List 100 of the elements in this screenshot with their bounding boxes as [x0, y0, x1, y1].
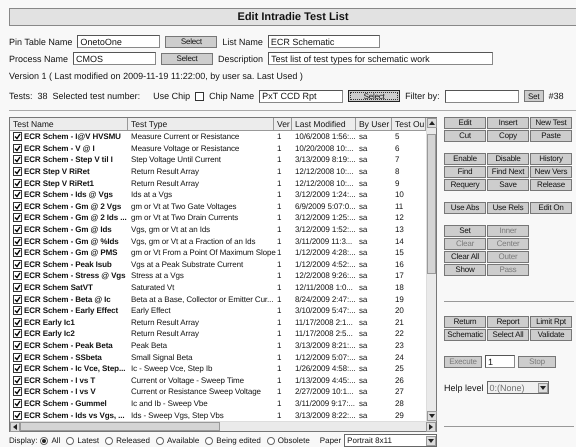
table-cell-text: Vgs, gm or Vt at a Fraction of an Ids — [130, 236, 256, 247]
action-button[interactable]: Find Next — [487, 166, 529, 178]
column-header[interactable]: Test Ou — [392, 118, 426, 131]
radio-button[interactable] — [156, 436, 164, 445]
row-checkbox[interactable] — [13, 410, 22, 420]
action-button[interactable]: Edit — [444, 116, 486, 129]
radio-button[interactable] — [40, 436, 48, 445]
table-cell-text: 27 — [394, 386, 405, 398]
row-checkbox[interactable] — [13, 190, 22, 200]
input-field[interactable]: 1 — [485, 355, 515, 368]
vertical-scrollbar[interactable] — [426, 118, 436, 421]
action-button[interactable]: Validate — [530, 328, 572, 341]
row-checkbox[interactable] — [13, 202, 22, 211]
row-checkbox[interactable] — [13, 387, 22, 396]
action-button[interactable]: Return — [444, 316, 486, 328]
table-cell-text: gm or Vt at Two Drain Currents — [130, 212, 240, 224]
row-checkbox[interactable] — [13, 213, 22, 222]
row-checkbox[interactable] — [13, 306, 22, 316]
select-button[interactable]: Select — [348, 90, 400, 102]
row-checkbox[interactable] — [13, 248, 22, 258]
action-button[interactable]: Show — [444, 264, 486, 276]
row-checkbox[interactable] — [13, 282, 22, 292]
input-field[interactable]: Test list of test types for schematic work — [268, 52, 494, 66]
radio-button[interactable] — [66, 436, 74, 445]
row-checkbox[interactable] — [13, 260, 22, 269]
input-field[interactable]: ECR Schematic — [268, 35, 380, 48]
table-cell-text: Vgs, gm or Vt at an Ids — [130, 224, 212, 236]
filter-field[interactable] — [444, 90, 519, 103]
row-checkbox[interactable] — [13, 340, 22, 350]
action-button[interactable]: New Test — [530, 116, 572, 129]
arrow-down-icon — [538, 384, 547, 392]
row-checkbox[interactable] — [13, 167, 22, 176]
table-cell-text: sa — [358, 305, 368, 316]
table-cell-text: 2/27/2009 10:1... — [294, 386, 354, 398]
input-field[interactable]: OnetoOne — [77, 35, 160, 48]
row-checkbox[interactable] — [13, 132, 22, 142]
action-button[interactable]: Requery — [444, 178, 486, 191]
column-header[interactable]: Ver — [274, 118, 292, 131]
action-button[interactable]: Disable — [487, 152, 529, 165]
table-cell-text: 6 — [394, 142, 400, 154]
use-chip-checkbox[interactable] — [195, 92, 204, 101]
action-button[interactable]: Clear All — [444, 250, 486, 263]
action-button[interactable]: Insert — [487, 116, 529, 129]
test-name: ECR Schem - V @ I — [24, 144, 95, 153]
column-header[interactable]: Last Modified — [292, 118, 356, 131]
row-checkbox[interactable] — [13, 271, 22, 280]
table-cell-text: 12/12/2008 10:... — [294, 178, 354, 189]
action-button[interactable]: Use Abs — [444, 202, 486, 214]
row-checkbox[interactable] — [13, 352, 22, 362]
row-checkbox[interactable] — [13, 294, 22, 304]
radio-button[interactable] — [105, 436, 114, 445]
action-button[interactable]: Save — [487, 178, 529, 191]
table-cell-text: 8 — [394, 166, 400, 178]
table-cell-text: sa — [358, 316, 368, 328]
row-checkbox[interactable] — [13, 398, 22, 408]
action-button[interactable]: New Vers — [530, 166, 572, 178]
action-button[interactable]: Find — [444, 166, 486, 178]
column-header[interactable]: Test Type — [128, 118, 274, 131]
input-field[interactable]: PxT CCD Rpt — [259, 90, 344, 103]
action-button[interactable]: Copy — [487, 130, 529, 142]
input-field[interactable]: CMOS — [73, 52, 156, 66]
action-button[interactable]: Report — [487, 316, 529, 328]
table-cell-text: 1 — [276, 166, 282, 178]
action-button[interactable]: Cut — [444, 130, 486, 142]
action-button[interactable]: Release — [530, 178, 572, 191]
row-checkbox[interactable] — [13, 225, 22, 234]
action-button[interactable]: Use Rels — [487, 202, 529, 214]
radio-button[interactable] — [205, 436, 214, 445]
row-checkbox[interactable] — [13, 376, 22, 385]
radio-button[interactable] — [266, 436, 275, 445]
table-cell-text: sa — [358, 247, 368, 258]
select-button[interactable]: Select — [165, 36, 218, 48]
row-checkbox[interactable] — [13, 178, 22, 188]
row-checkbox[interactable] — [13, 155, 22, 164]
table-cell-text: 16 — [394, 258, 405, 270]
arrow-left-icon — [11, 422, 19, 431]
action-button[interactable]: Schematic — [444, 328, 486, 341]
row-checkbox[interactable] — [13, 329, 22, 338]
action-button[interactable]: Enable — [444, 152, 486, 165]
horizontal-scrollbar[interactable] — [10, 420, 436, 431]
action-button[interactable]: Select All — [487, 328, 529, 341]
action-button[interactable]: Edit On — [530, 202, 572, 214]
select-button[interactable]: Select — [161, 52, 214, 65]
action-button[interactable]: History — [530, 152, 572, 165]
action-button[interactable]: Set — [444, 224, 486, 237]
table-cell-text: 21 — [394, 316, 405, 328]
paper-dropdown[interactable]: Portrait 8x11 — [344, 434, 437, 447]
set-button[interactable]: Set — [524, 90, 544, 102]
table-cell-text: sa — [358, 363, 368, 374]
row-checkbox[interactable] — [13, 236, 22, 246]
row-checkbox[interactable] — [13, 144, 22, 153]
row-checkbox[interactable] — [13, 318, 22, 327]
table-cell-text: 1/12/2009 4:28:... — [294, 247, 356, 258]
action-button[interactable]: Paste — [530, 130, 572, 142]
column-header[interactable]: By User — [356, 118, 392, 131]
column-header[interactable]: Test Name — [10, 118, 128, 131]
action-button[interactable]: Limit Rpt — [530, 316, 572, 328]
table-cell-text: 3/13/2009 8:19:... — [294, 154, 356, 166]
table-cell-text: 3/13/2009 8:22:... — [294, 410, 356, 421]
row-checkbox[interactable] — [13, 364, 22, 374]
